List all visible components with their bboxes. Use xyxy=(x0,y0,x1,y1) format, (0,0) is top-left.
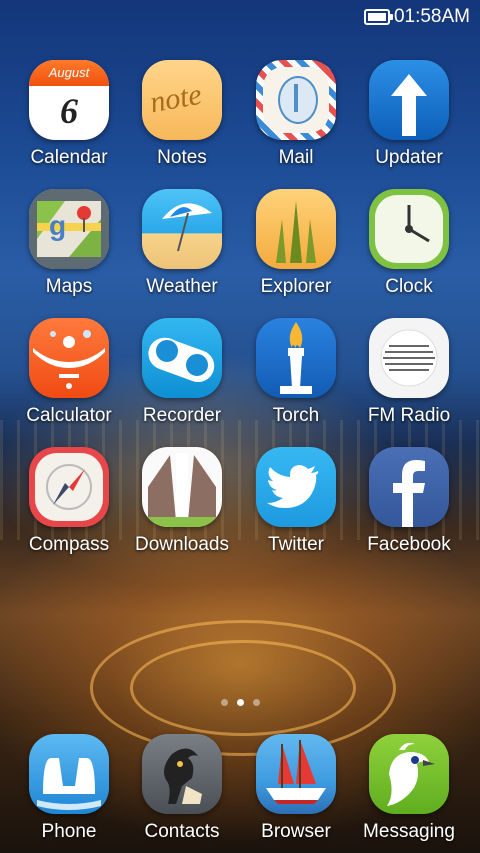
updater-icon xyxy=(369,60,449,140)
page-dot[interactable] xyxy=(236,699,244,706)
notes-icon: note xyxy=(142,60,222,140)
app-calculator[interactable]: Calculator xyxy=(12,318,126,427)
torch-icon xyxy=(256,318,336,398)
app-recorder[interactable]: Recorder xyxy=(125,318,239,427)
phone-icon xyxy=(29,734,109,814)
app-label: Mail xyxy=(278,147,314,168)
calculator-icon xyxy=(29,318,109,398)
app-label: Facebook xyxy=(367,534,451,555)
app-maps[interactable]: g Maps xyxy=(12,189,126,298)
dock-contacts[interactable]: Contacts xyxy=(125,734,239,843)
app-label: Explorer xyxy=(260,276,332,297)
calendar-icon: August 6 xyxy=(29,60,109,140)
page-indicator xyxy=(0,699,480,706)
app-weather[interactable]: Weather xyxy=(125,189,239,298)
app-label: Calendar xyxy=(30,147,108,168)
app-fm-radio[interactable]: FM Radio xyxy=(352,318,466,427)
browser-icon xyxy=(256,734,336,814)
app-label: Browser xyxy=(261,821,331,842)
compass-icon xyxy=(29,447,109,527)
weather-icon xyxy=(142,189,222,269)
app-label: Weather xyxy=(146,276,218,297)
status-time: 01:58AM xyxy=(393,6,470,27)
app-clock[interactable]: Clock xyxy=(352,189,466,298)
mail-icon xyxy=(256,60,336,140)
app-torch[interactable]: Torch xyxy=(239,318,353,427)
recorder-icon xyxy=(142,318,222,398)
battery-icon xyxy=(363,9,393,25)
dock-phone[interactable]: Phone xyxy=(12,734,126,843)
maps-icon: g xyxy=(29,189,109,269)
app-explorer[interactable]: Explorer xyxy=(239,189,353,298)
dock-browser[interactable]: Browser xyxy=(239,734,353,843)
app-label: Maps xyxy=(45,276,93,297)
app-label: Calculator xyxy=(26,405,112,426)
app-label: Recorder xyxy=(142,405,222,426)
page-dot[interactable] xyxy=(252,699,260,706)
app-compass[interactable]: Compass xyxy=(12,447,126,556)
explorer-icon xyxy=(256,189,336,269)
app-notes[interactable]: note Notes xyxy=(125,60,239,169)
messaging-icon xyxy=(369,734,449,814)
contacts-icon xyxy=(142,734,222,814)
roundabout-light xyxy=(130,640,356,736)
calendar-month: August xyxy=(29,60,109,86)
status-bar: 01:58AM xyxy=(0,0,480,34)
calendar-day: 6 xyxy=(60,91,78,131)
app-mail[interactable]: Mail xyxy=(239,60,353,169)
app-calendar[interactable]: August 6 Calendar xyxy=(12,60,126,169)
app-label: Torch xyxy=(272,405,320,426)
app-label: Contacts xyxy=(144,821,220,842)
app-label: Compass xyxy=(28,534,110,555)
dock-messaging[interactable]: Messaging xyxy=(352,734,466,843)
downloads-icon xyxy=(142,447,222,527)
notes-icon-text: note xyxy=(147,77,205,120)
app-label: Updater xyxy=(375,147,443,168)
app-facebook[interactable]: Facebook xyxy=(352,447,466,556)
twitter-icon xyxy=(256,447,336,527)
app-label: Notes xyxy=(157,147,207,168)
app-updater[interactable]: Updater xyxy=(352,60,466,169)
facebook-icon xyxy=(369,447,449,527)
radio-icon xyxy=(369,318,449,398)
app-label: Downloads xyxy=(135,534,229,555)
app-label: Clock xyxy=(385,276,433,297)
app-twitter[interactable]: Twitter xyxy=(239,447,353,556)
clock-icon xyxy=(369,189,449,269)
app-label: Messaging xyxy=(363,821,455,842)
app-label: Twitter xyxy=(268,534,324,555)
page-dot[interactable] xyxy=(220,699,228,706)
svg-text:g: g xyxy=(49,210,66,241)
app-downloads[interactable]: Downloads xyxy=(125,447,239,556)
app-label: FM Radio xyxy=(367,405,451,426)
app-label: Phone xyxy=(41,821,97,842)
